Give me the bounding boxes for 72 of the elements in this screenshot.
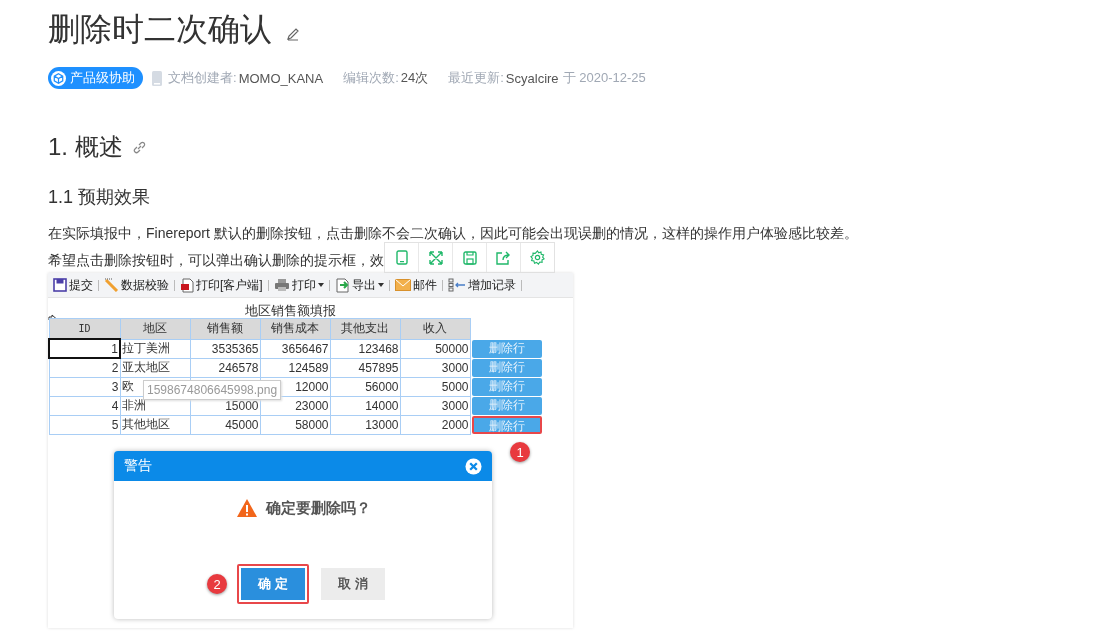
export-icon	[334, 277, 350, 293]
toolbar-button[interactable]: 增加记录	[444, 276, 519, 294]
table-cell: 124589	[260, 358, 330, 377]
table-cell: 246578	[190, 358, 260, 377]
table-cell: 3656467	[260, 339, 330, 358]
table-cell: 14000	[330, 396, 400, 415]
close-icon[interactable]	[465, 457, 482, 475]
table-cell: 13000	[330, 415, 400, 434]
settings-icon[interactable]	[530, 250, 545, 265]
warning-icon	[235, 498, 258, 518]
column-header: 销售额	[190, 318, 260, 339]
printer-icon	[273, 278, 290, 292]
save-icon[interactable]	[462, 250, 477, 265]
table-cell: 拉丁美洲	[120, 339, 190, 358]
updated-date: 于 2020-12-25	[562, 69, 646, 87]
envelope-icon	[394, 279, 411, 291]
toolbar-button[interactable]: 提交	[50, 276, 96, 294]
report-title: 地区销售额填报	[244, 302, 337, 318]
paragraph: 在实际填报中，Finereport 默认的删除按钮，点击删除不会二次确认，因此可能会出现误删的情况，这样的操作用户体验感比较差。	[48, 224, 859, 243]
toolbar-button[interactable]: 导出	[331, 276, 387, 294]
table-cell: 56000	[330, 377, 400, 396]
updater-name: Scyalcire	[505, 70, 559, 86]
subsection-heading: 1.1 预期效果	[48, 186, 152, 209]
creator-name: MOMO_KANA	[238, 70, 324, 86]
product-badge: 产品级协助	[48, 67, 143, 89]
page-title: 删除时二次确认	[48, 10, 272, 49]
step-badge: 2	[207, 574, 227, 594]
tablet-icon[interactable]	[395, 250, 408, 265]
table-cell: 123468	[330, 339, 400, 358]
dialog-title: 警告	[124, 457, 152, 475]
table-cell: 3	[49, 377, 120, 396]
column-header: 地区	[120, 318, 190, 339]
step-badge: 1	[510, 442, 530, 462]
table-cell: 其他地区	[120, 415, 190, 434]
edit-icon[interactable]	[286, 27, 300, 41]
table-cell: 5000	[400, 377, 470, 396]
creator-label: 文档创建者:	[168, 69, 237, 87]
table-cell: 5	[49, 415, 120, 434]
share-icon[interactable]	[496, 250, 511, 265]
document-icon	[152, 70, 162, 86]
toolbar-button[interactable]: 数据校验	[101, 276, 172, 294]
column-header: 收入	[400, 318, 470, 339]
toolbar-button[interactable]: 邮件	[391, 276, 440, 294]
link-icon[interactable]	[132, 140, 146, 154]
add-record-icon	[447, 278, 466, 292]
table-cell: 2	[49, 358, 120, 377]
toolbar-button[interactable]: 打印[客户端]	[177, 276, 266, 294]
toolbar-button[interactable]: 打印	[270, 276, 327, 294]
table-cell: 3000	[400, 358, 470, 377]
table-cell: 457895	[330, 358, 400, 377]
table-cell: 亚太地区	[120, 358, 190, 377]
table-cell: 3000	[400, 396, 470, 415]
section-heading: 1. 概述	[48, 132, 123, 162]
expand-icon[interactable]	[428, 250, 443, 265]
table-cell: 2000	[400, 415, 470, 434]
column-header: 销售成本	[260, 318, 330, 339]
edit-count-label: 编辑次数:	[343, 69, 399, 87]
updated-label: 最近更新:	[448, 69, 504, 87]
table-cell: 58000	[260, 415, 330, 434]
column-header: 其他支出	[330, 318, 400, 339]
pencil-icon	[104, 278, 119, 292]
table-cell: 50000	[400, 339, 470, 358]
paragraph: 希望点击删除按钮时，可以弹出确认删除的提示框，效	[48, 251, 384, 270]
document-icon	[180, 277, 194, 293]
dialog-message: 确定要删除吗？	[265, 498, 371, 518]
table-cell: 45000	[190, 415, 260, 434]
column-header: ID	[49, 318, 120, 339]
edit-count: 24次	[400, 69, 429, 87]
table-cell: 4	[49, 396, 120, 415]
table-cell: 3535365	[190, 339, 260, 358]
table-cell: 1	[49, 339, 120, 358]
file-tooltip: 1598674806645998.png	[143, 380, 282, 400]
